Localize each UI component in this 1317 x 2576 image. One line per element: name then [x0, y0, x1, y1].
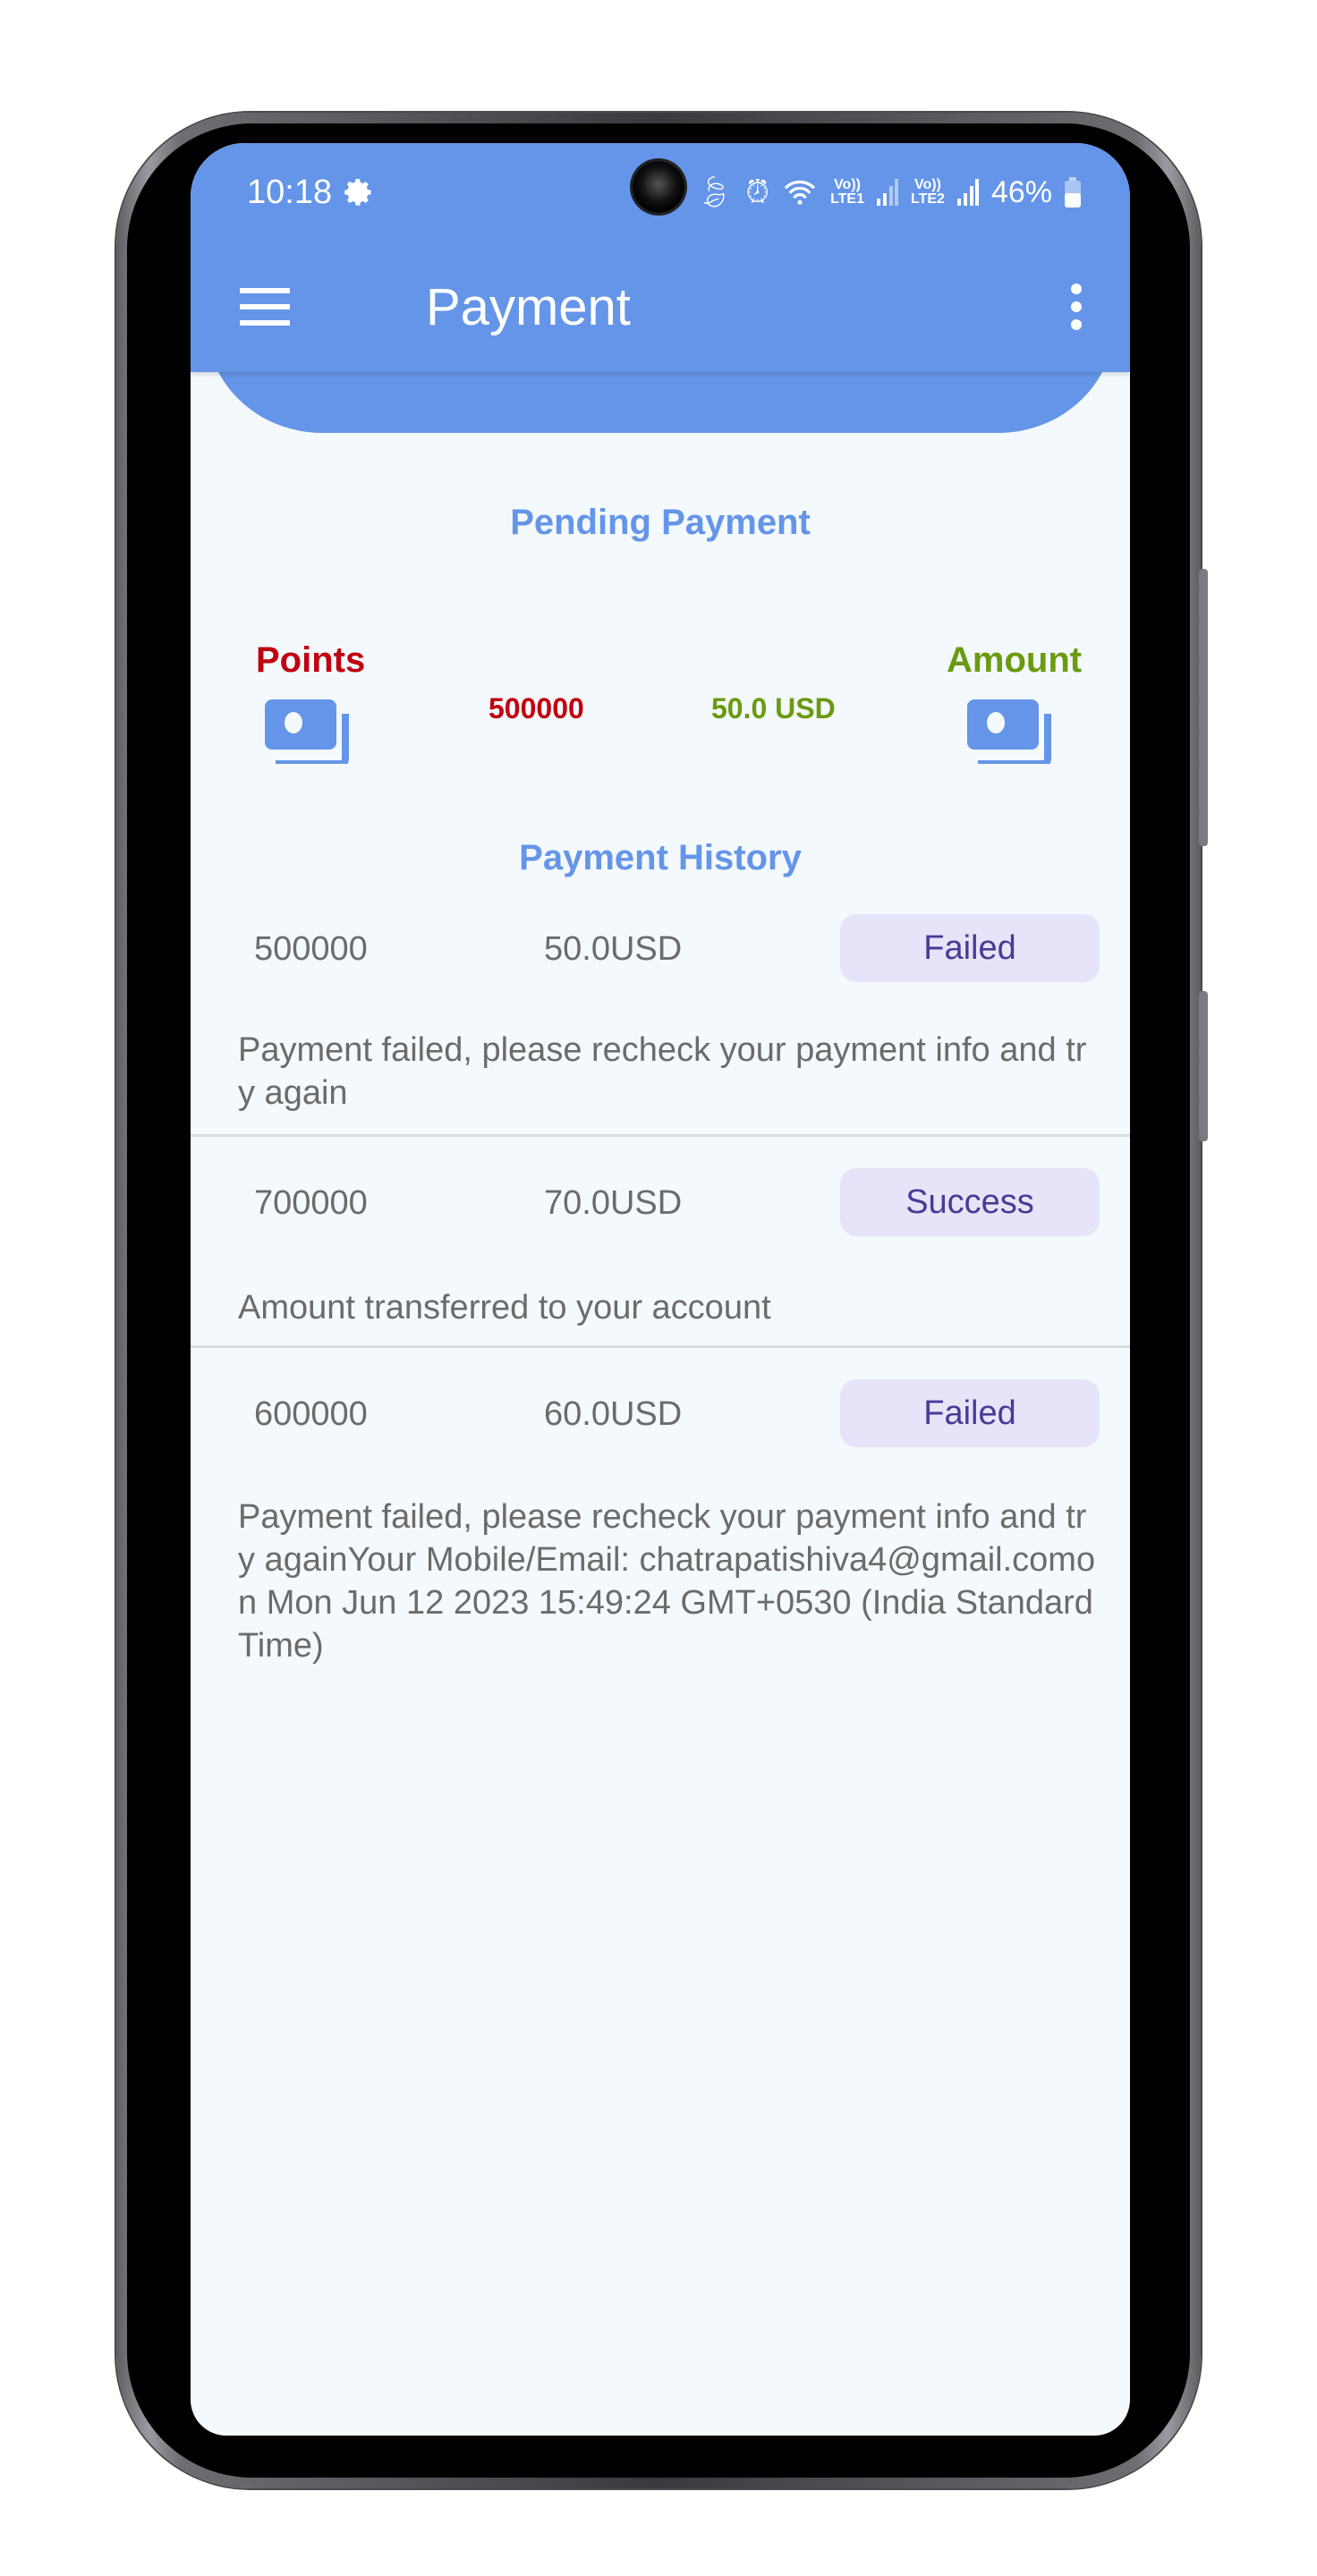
pending-amount-value: 50.0 USD: [711, 692, 836, 724]
status-icons: 🍃︎ ⏰︎ Vo)) LTE1 Vo)) LTE2 46%: [694, 174, 1081, 210]
battery-icon: [1065, 177, 1081, 208]
pending-points-value: 500000: [489, 692, 584, 724]
sim1-indicator: Vo)) LTE1: [830, 177, 864, 207]
settings-gear-icon: [344, 179, 371, 206]
volume-button: [1199, 569, 1208, 846]
history-row: 600000 60.0USD Failed: [191, 1379, 1130, 1447]
app-bar: Payment: [191, 242, 1130, 372]
divider: [191, 1134, 1130, 1137]
signal-sim1-icon: [877, 179, 898, 206]
history-row: 500000 50.0USD Failed: [191, 914, 1130, 982]
front-camera: [633, 161, 684, 213]
menu-icon[interactable]: [240, 288, 290, 326]
power-button: [1199, 991, 1208, 1141]
money-icon: [265, 699, 349, 764]
status-badge[interactable]: Failed: [840, 914, 1100, 982]
more-options-icon[interactable]: [1067, 284, 1085, 330]
page-title: Payment: [426, 277, 631, 336]
history-message: Amount transferred to your account: [238, 1289, 771, 1326]
history-amount: 50.0USD: [544, 930, 683, 968]
screen: 10:18 🍃︎ ⏰︎ Vo)) LTE1 Vo)) LTE2 46% Paym…: [191, 143, 1130, 2436]
leaf-icon: 🍃︎: [694, 175, 734, 209]
status-badge[interactable]: Success: [840, 1168, 1100, 1236]
history-points: 500000: [254, 930, 368, 968]
history-points: 600000: [254, 1395, 368, 1433]
history-amount: 70.0USD: [544, 1184, 683, 1222]
history-message: Payment failed, please recheck your paym…: [238, 1031, 1087, 1112]
status-badge[interactable]: Failed: [840, 1379, 1100, 1447]
history-row: 700000 70.0USD Success: [191, 1168, 1130, 1236]
divider: [191, 1345, 1130, 1348]
money-icon: [967, 699, 1051, 764]
wifi-icon: [784, 180, 816, 205]
pending-payment-title: Pending Payment: [510, 503, 811, 542]
sim2-indicator: Vo)) LTE2: [911, 177, 945, 207]
amount-label: Amount: [947, 640, 1083, 680]
clock: 10:18: [247, 173, 333, 211]
signal-sim2-icon: [956, 179, 979, 206]
payment-history-title: Payment History: [519, 838, 802, 877]
battery-percent: 46%: [990, 174, 1052, 209]
alarm-icon: ⏰︎: [745, 174, 770, 209]
history-amount: 60.0USD: [544, 1395, 683, 1433]
history-points: 700000: [254, 1184, 368, 1222]
status-time-group: 10:18: [247, 174, 375, 212]
history-message: Payment failed, please recheck your paym…: [238, 1498, 1096, 1665]
points-label: Points: [256, 640, 366, 680]
